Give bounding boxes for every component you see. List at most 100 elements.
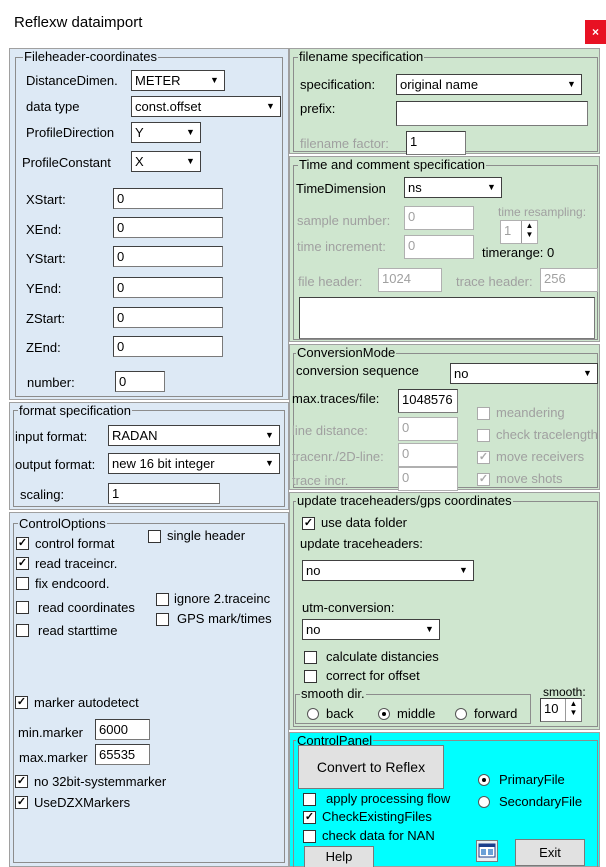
zstart-label: ZStart: <box>26 311 66 326</box>
no-32bit-checkbox[interactable]: ✓ <box>15 775 28 788</box>
smooth-dir-legend: smooth dir. <box>300 686 366 701</box>
distance-dim-value: METER <box>135 73 181 88</box>
conversion-sequence-select[interactable]: no ▼ <box>450 363 598 384</box>
xend-input[interactable]: 0 <box>113 217 223 238</box>
move-receivers-checkbox[interactable]: ✓ <box>477 451 490 464</box>
help-button[interactable]: Help <box>304 846 374 867</box>
max-marker-input[interactable]: 65535 <box>95 744 150 765</box>
trace-incr-label: trace incr. <box>292 473 349 488</box>
distance-dim-select[interactable]: METER ▼ <box>131 70 225 91</box>
max-marker-label: max.marker <box>19 750 88 765</box>
ystart-input[interactable]: 0 <box>113 246 223 267</box>
secondary-file-radio[interactable] <box>478 796 490 808</box>
file-header-input[interactable]: 1024 <box>378 268 442 292</box>
yend-input[interactable]: 0 <box>113 277 223 298</box>
window-layout-icon[interactable] <box>476 840 498 862</box>
apply-processing-flow-checkbox[interactable] <box>303 793 316 806</box>
middle-radio[interactable] <box>378 708 390 720</box>
secondary-file-label: SecondaryFile <box>499 794 583 809</box>
output-format-select[interactable]: new 16 bit integer ▼ <box>108 453 280 474</box>
no-32bit-label: no 32bit-systemmarker <box>34 774 167 789</box>
control-options-legend: ControlOptions <box>18 516 107 531</box>
forward-radio[interactable] <box>455 708 467 720</box>
filename-legend: filename specification <box>298 49 425 64</box>
use-data-folder-checkbox[interactable]: ✓ <box>302 517 315 530</box>
gps-mark-checkbox[interactable] <box>156 613 169 626</box>
comment-textarea[interactable] <box>299 297 595 339</box>
time-resampling-label: time resampling: <box>498 205 587 219</box>
exit-button[interactable]: Exit <box>515 839 585 866</box>
meandering-checkbox[interactable] <box>477 407 490 420</box>
read-traceincr-checkbox[interactable]: ✓ <box>16 557 29 570</box>
read-starttime-label: read starttime <box>38 623 118 638</box>
xend-label: XEnd: <box>26 222 62 237</box>
window-title: Reflexw dataimport <box>14 14 143 31</box>
calc-distancies-checkbox[interactable] <box>304 651 317 664</box>
apply-processing-flow-label: apply processing flow <box>326 791 451 806</box>
zend-input[interactable]: 0 <box>113 336 223 357</box>
filename-panel: filename specification specification: or… <box>289 48 600 155</box>
profile-constant-value: X <box>135 154 144 169</box>
single-header-checkbox[interactable] <box>148 530 161 543</box>
line-distance-input[interactable]: 0 <box>398 417 458 441</box>
check-existing-files-checkbox[interactable]: ✓ <box>303 811 316 824</box>
profile-constant-select[interactable]: X ▼ <box>131 151 201 172</box>
tracenr-input[interactable]: 0 <box>398 443 458 467</box>
time-increment-input[interactable]: 0 <box>404 235 474 259</box>
profile-direction-select[interactable]: Y ▼ <box>131 122 201 143</box>
specification-select[interactable]: original name ▼ <box>396 74 582 95</box>
marker-autodetect-checkbox[interactable]: ✓ <box>15 696 28 709</box>
convert-to-reflex-button[interactable]: Convert to Reflex <box>298 745 444 789</box>
back-radio[interactable] <box>307 708 319 720</box>
number-label: number: <box>27 375 75 390</box>
filename-factor-input[interactable]: 1 <box>406 131 466 155</box>
conversion-legend: ConversionMode <box>296 345 397 360</box>
time-increment-label: time increment: <box>297 239 386 254</box>
move-shots-checkbox[interactable]: ✓ <box>477 473 490 486</box>
correct-offset-checkbox[interactable] <box>304 670 317 683</box>
spin-arrows-icon[interactable]: ▲ ▼ <box>565 699 581 721</box>
number-input[interactable]: 0 <box>115 371 165 392</box>
middle-label: middle <box>397 706 436 721</box>
time-dimension-select[interactable]: ns ▼ <box>404 177 502 198</box>
smooth-label: smooth: <box>543 685 586 699</box>
read-coordinates-checkbox[interactable] <box>16 601 29 614</box>
format-panel: format specification input format: RADAN… <box>9 402 289 510</box>
meandering-label: meandering <box>496 405 565 420</box>
time-resampling-input[interactable]: 1 ▲ ▼ <box>500 220 538 244</box>
primary-file-radio[interactable] <box>478 774 490 786</box>
data-type-select[interactable]: const.offset ▼ <box>131 96 281 117</box>
chevron-down-icon: ▼ <box>262 98 279 115</box>
ignore-traceinc-checkbox[interactable] <box>156 593 169 606</box>
utm-conversion-label: utm-conversion: <box>302 600 395 615</box>
utm-conversion-select[interactable]: no ▼ <box>302 619 440 640</box>
check-tracelength-checkbox[interactable] <box>477 429 490 442</box>
max-traces-input[interactable]: 1048576 <box>398 389 458 413</box>
marker-autodetect-label: marker autodetect <box>34 695 139 710</box>
chevron-down-icon: ▼ <box>421 621 438 638</box>
scaling-input[interactable]: 1 <box>108 483 220 504</box>
trace-header-input[interactable]: 256 <box>540 268 598 292</box>
xstart-input[interactable]: 0 <box>113 188 223 209</box>
move-shots-label: move shots <box>496 471 563 486</box>
ignore-traceinc-label: ignore 2.traceinc <box>174 591 271 606</box>
zstart-input[interactable]: 0 <box>113 307 223 328</box>
calc-distancies-label: calculate distancies <box>326 649 439 664</box>
read-starttime-checkbox[interactable] <box>16 624 29 637</box>
specification-label: specification: <box>300 77 376 92</box>
spin-arrows-icon[interactable]: ▲ ▼ <box>521 221 537 243</box>
use-dzx-checkbox[interactable]: ✓ <box>15 796 28 809</box>
primary-file-label: PrimaryFile <box>499 772 565 787</box>
control-format-checkbox[interactable]: ✓ <box>16 537 29 550</box>
sample-number-input[interactable]: 0 <box>404 206 474 230</box>
check-data-nan-checkbox[interactable] <box>303 830 316 843</box>
chevron-down-icon: ▼ <box>579 365 596 382</box>
prefix-input[interactable] <box>396 101 588 126</box>
update-traceheaders-select[interactable]: no ▼ <box>302 560 474 581</box>
trace-incr-input[interactable]: 0 <box>398 467 458 491</box>
input-format-select[interactable]: RADAN ▼ <box>108 425 280 446</box>
smooth-input[interactable]: 10 ▲ ▼ <box>540 698 582 722</box>
close-button[interactable]: × <box>585 20 606 44</box>
fix-endcoord-checkbox[interactable] <box>16 577 29 590</box>
min-marker-input[interactable]: 6000 <box>95 719 150 740</box>
